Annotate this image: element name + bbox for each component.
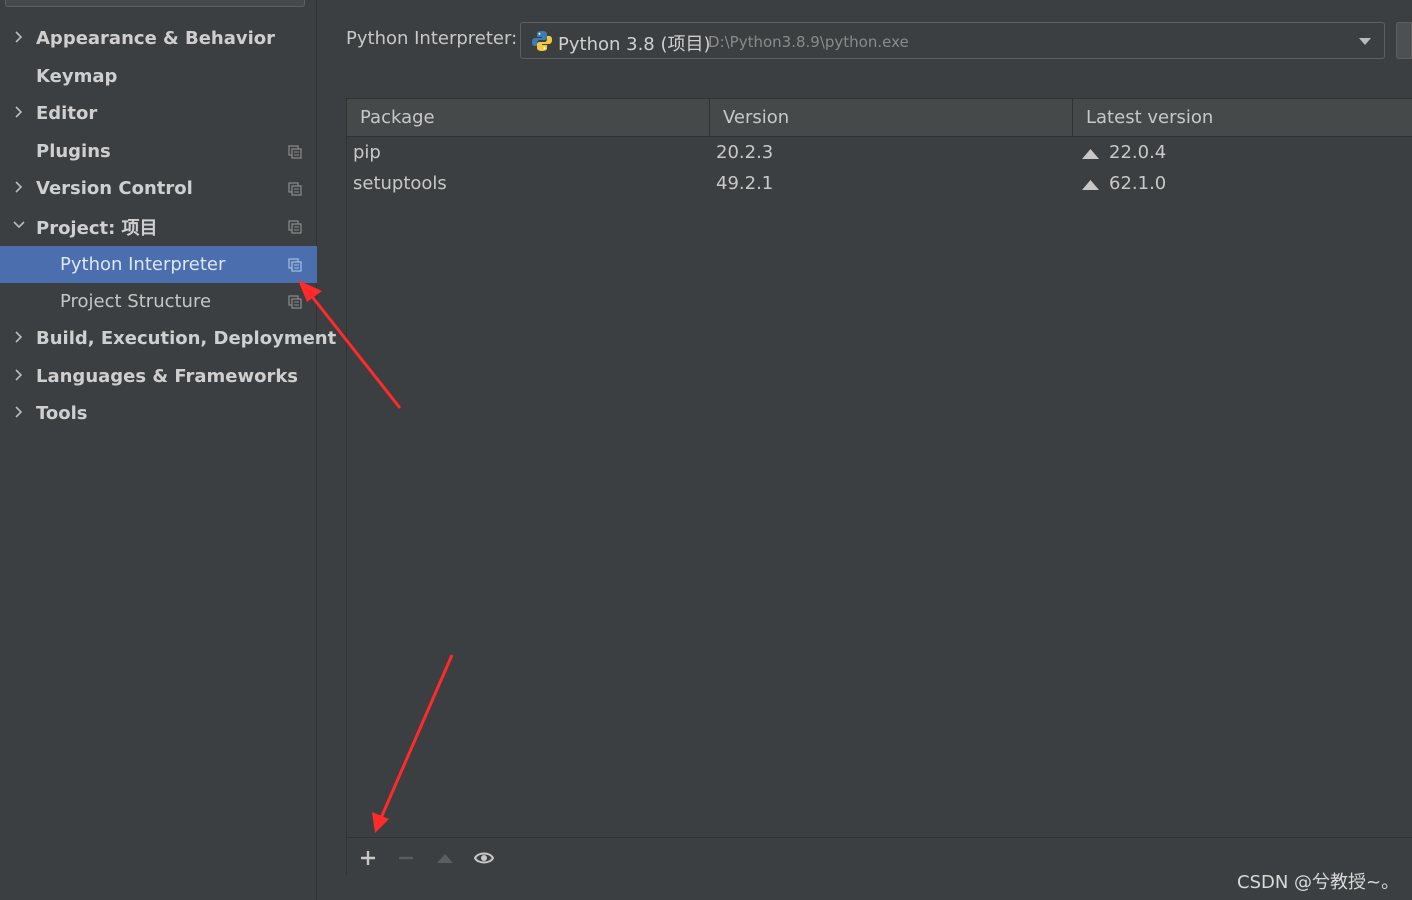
- upgrade-available-icon: [1082, 149, 1099, 159]
- interpreter-path: D:\Python3.8.9\python.exe: [708, 33, 909, 51]
- sidebar-item-tools[interactable]: Tools: [0, 395, 317, 432]
- sidebar-item-version-control[interactable]: Version Control: [0, 170, 317, 207]
- packages-table: Package Version Latest version pip 20.2.…: [346, 98, 1412, 875]
- chevron-right-icon[interactable]: [12, 105, 26, 119]
- table-header: Package Version Latest version: [347, 99, 1412, 137]
- project-scope-icon: [288, 145, 302, 159]
- version-cell: 20.2.3: [716, 142, 774, 163]
- sidebar-item-label: Python Interpreter: [60, 254, 226, 275]
- sidebar-item-label: Version Control: [36, 178, 193, 199]
- chevron-right-icon[interactable]: [12, 180, 26, 194]
- table-row[interactable]: pip 20.2.3 22.0.4: [347, 138, 1412, 169]
- sidebar-item-appearance-behavior[interactable]: Appearance & Behavior: [0, 20, 317, 57]
- package-name-cell: setuptools: [353, 173, 447, 194]
- upgrade-icon[interactable]: [435, 848, 455, 868]
- latest-version-cell: 62.1.0: [1109, 173, 1167, 194]
- plus-icon[interactable]: [358, 848, 378, 868]
- sidebar-item-label: Editor: [36, 103, 98, 124]
- sidebar-item-python-interpreter[interactable]: Python Interpreter: [0, 246, 317, 283]
- python-logo-icon: [532, 31, 552, 51]
- chevron-right-icon[interactable]: [12, 405, 26, 419]
- sidebar-item-label: Appearance & Behavior: [36, 28, 276, 49]
- sidebar-item-languages-frameworks[interactable]: Languages & Frameworks: [0, 358, 317, 395]
- package-name-cell: pip: [353, 142, 381, 163]
- latest-version-cell: 22.0.4: [1109, 142, 1167, 163]
- minus-icon[interactable]: [396, 848, 416, 868]
- version-cell: 49.2.1: [716, 173, 774, 194]
- sidebar-item-project[interactable]: Project: 项目: [0, 208, 317, 245]
- chevron-right-icon[interactable]: [12, 30, 26, 44]
- sidebar-item-label: Keymap: [36, 66, 118, 87]
- chevron-down-icon[interactable]: [12, 218, 26, 232]
- sidebar-item-label: Project: 项目: [36, 217, 158, 239]
- project-scope-icon: [288, 295, 302, 309]
- python-interpreter-select[interactable]: Python 3.8 (项目) D:\Python3.8.9\python.ex…: [520, 22, 1385, 59]
- packages-table-body: Package Version Latest version pip 20.2.…: [347, 99, 1412, 837]
- interpreter-settings-button[interactable]: [1396, 22, 1412, 59]
- sidebar-item-keymap[interactable]: Keymap: [0, 58, 317, 95]
- column-header-latest-version[interactable]: Latest version: [1073, 99, 1412, 137]
- settings-sidebar: Appearance & Behavior Keymap Editor Plug…: [0, 0, 336, 900]
- sidebar-item-editor[interactable]: Editor: [0, 95, 317, 132]
- chevron-right-icon[interactable]: [12, 330, 26, 344]
- sidebar-item-label: Languages & Frameworks: [36, 366, 299, 387]
- column-header-version[interactable]: Version: [710, 99, 1073, 137]
- sidebar-item-label: Plugins: [36, 141, 111, 162]
- watermark: CSDN @兮教授~。: [1237, 872, 1400, 893]
- sidebar-item-label: Project Structure: [60, 291, 212, 312]
- project-scope-icon: [288, 182, 302, 196]
- project-scope-icon: [288, 258, 302, 272]
- sidebar-item-build-execution-deployment[interactable]: Build, Execution, Deployment: [0, 320, 336, 357]
- eye-icon[interactable]: [474, 848, 494, 868]
- upgrade-available-icon: [1082, 180, 1099, 190]
- sidebar-item-label: Tools: [36, 403, 88, 424]
- chevron-right-icon[interactable]: [12, 368, 26, 382]
- python-interpreter-label: Python Interpreter:: [346, 28, 518, 49]
- table-row[interactable]: setuptools 49.2.1 62.1.0: [347, 169, 1412, 200]
- interpreter-name: Python 3.8 (项目): [558, 34, 711, 55]
- sidebar-item-project-structure[interactable]: Project Structure: [0, 283, 317, 320]
- column-header-package[interactable]: Package: [347, 99, 710, 137]
- sidebar-item-plugins[interactable]: Plugins: [0, 133, 317, 170]
- project-scope-icon: [288, 220, 302, 234]
- sidebar-item-label: Build, Execution, Deployment: [36, 328, 337, 349]
- settings-search-input[interactable]: [5, 0, 305, 7]
- chevron-down-icon[interactable]: [1358, 37, 1372, 46]
